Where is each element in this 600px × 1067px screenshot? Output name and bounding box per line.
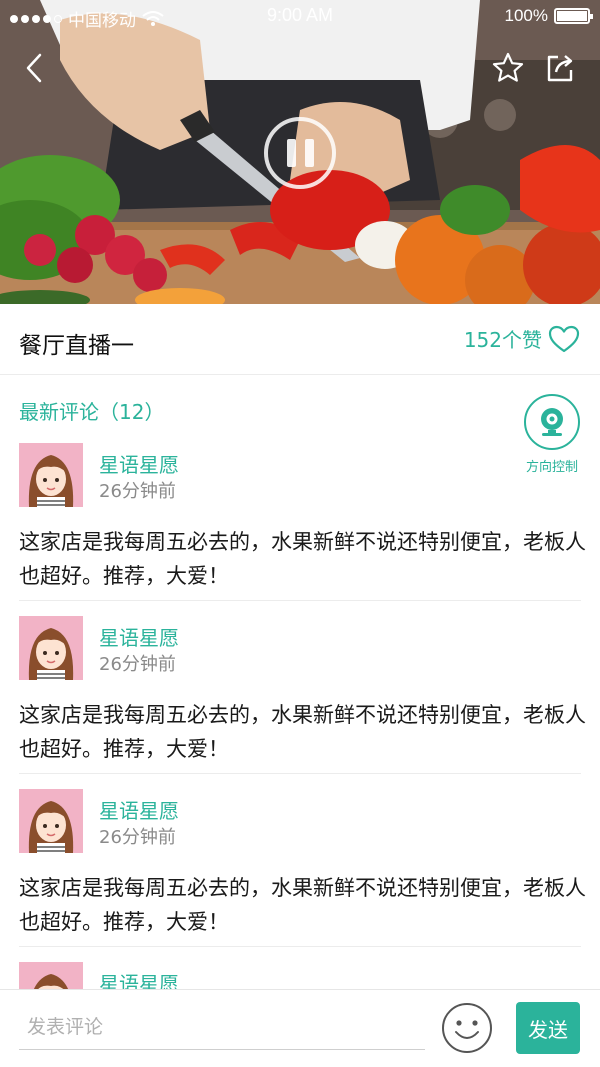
- avatar[interactable]: [19, 789, 83, 853]
- divider: [19, 946, 581, 947]
- comment-text: 这家店是我每周五必去的，水果新鲜不说还特别便宜，老板人也超好。推荐，大爱！: [19, 703, 586, 761]
- comment-author[interactable]: 星语星愿: [99, 795, 179, 824]
- avatar[interactable]: [19, 443, 83, 507]
- user-avatar-image: [19, 443, 83, 507]
- comments-count: （12）: [99, 400, 165, 424]
- comment-text: 这家店是我每周五必去的，水果新鲜不说还特别便宜，老板人也超好。推荐，大爱！: [19, 530, 586, 588]
- battery-icon: [554, 8, 593, 24]
- favorite-button[interactable]: [488, 48, 528, 88]
- comment-time: 26分钟前: [99, 481, 176, 502]
- battery-percent: 100%: [504, 6, 548, 25]
- emoji-button[interactable]: [441, 1002, 493, 1054]
- smiley-icon: [442, 1003, 492, 1053]
- comment-text: 这家店是我每周五必去的，水果新鲜不说还特别便宜，老板人也超好。推荐，大爱！: [19, 876, 586, 934]
- comment-time: 26分钟前: [99, 827, 176, 848]
- live-video-player[interactable]: 中国移动 9:00 AM 100%: [0, 0, 600, 304]
- avatar[interactable]: [19, 616, 83, 680]
- webcam-icon: [541, 408, 563, 436]
- like-button[interactable]: 152个赞: [464, 324, 580, 353]
- comment-author[interactable]: 星语星愿: [99, 622, 179, 651]
- comment-author[interactable]: 星语星愿: [99, 449, 179, 478]
- comment-input[interactable]: [19, 1004, 425, 1050]
- direction-control-button[interactable]: 方向控制: [520, 394, 584, 475]
- share-button[interactable]: [540, 48, 580, 88]
- comment-composer: 发送: [0, 989, 600, 1067]
- comments-header: 最新评论（12）: [19, 396, 164, 425]
- room-title: 餐厅直播一: [19, 333, 134, 359]
- status-bar: 中国移动 9:00 AM 100%: [0, 0, 600, 32]
- comments-title: 最新评论: [19, 400, 99, 424]
- battery-status: 100%: [504, 6, 593, 26]
- like-count: 152个赞: [463, 328, 542, 352]
- star-icon: [492, 52, 524, 82]
- back-button[interactable]: [14, 48, 54, 88]
- share-icon: [547, 55, 573, 82]
- send-button[interactable]: 发送: [516, 1002, 580, 1054]
- divider: [19, 600, 581, 601]
- heart-icon: [548, 325, 580, 352]
- user-avatar-image: [19, 616, 83, 680]
- back-icon: [26, 53, 42, 83]
- comment-time: 26分钟前: [99, 654, 176, 675]
- divider: [19, 773, 581, 774]
- pause-icon: [286, 139, 296, 167]
- user-avatar-image: [19, 789, 83, 853]
- direction-control-label: 方向控制: [525, 460, 578, 475]
- room-info-bar: 餐厅直播一 152个赞: [0, 304, 600, 375]
- pause-button[interactable]: [264, 117, 336, 189]
